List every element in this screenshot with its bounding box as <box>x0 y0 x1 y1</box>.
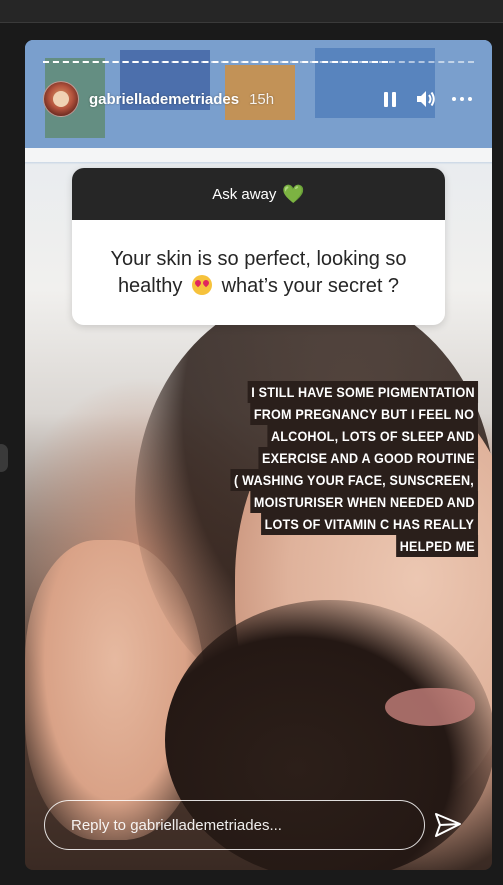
more-options-icon[interactable] <box>450 87 474 111</box>
time-ago: 15h <box>249 90 275 108</box>
caption-line: ( WASHING YOUR FACE, SUNSCREEN, <box>230 469 478 491</box>
top-bar <box>0 0 503 23</box>
story-viewer: gabriellademetriades 15h Ask away 💚 Your… <box>25 40 492 870</box>
question-text-part2: what’s your secret ? <box>221 274 400 297</box>
avatar[interactable] <box>43 81 79 117</box>
caption-line: ALCOHOL, LOTS OF SLEEP AND <box>267 425 478 447</box>
progress-fill <box>43 61 388 63</box>
reply-box[interactable] <box>44 800 425 850</box>
story-caption: I STILL HAVE SOME PIGMENTATION FROM PREG… <box>228 381 478 557</box>
story-header: gabriellademetriades 15h <box>43 80 474 118</box>
question-header-text: Ask away <box>212 185 277 203</box>
username[interactable]: gabriellademetriades <box>89 91 239 108</box>
green-heart-emoji: 💚 <box>282 184 305 204</box>
heart-eyes-emoji-icon <box>192 274 212 295</box>
question-body: Your skin is so perfect, looking so heal… <box>72 220 445 325</box>
caption-line: EXERCISE AND A GOOD ROUTINE <box>258 447 478 469</box>
question-header: Ask away 💚 <box>72 168 445 220</box>
caption-line: HELPED ME <box>395 535 478 557</box>
pause-icon[interactable] <box>378 87 402 111</box>
speaker-icon[interactable] <box>414 87 438 111</box>
reply-input[interactable] <box>69 815 424 835</box>
caption-line: MOISTURISER WHEN NEEDED AND <box>250 491 478 513</box>
lips-image-region <box>385 688 475 726</box>
story-progress-bar <box>43 61 474 63</box>
caption-line: LOTS OF VITAMIN C HAS REALLY <box>261 513 478 535</box>
story-controls <box>378 87 474 111</box>
caption-line: I STILL HAVE SOME PIGMENTATION <box>247 381 478 403</box>
previous-story-handle[interactable] <box>0 444 8 472</box>
caption-line: FROM PREGNANCY BUT I FEEL NO <box>250 403 478 425</box>
send-icon[interactable] <box>433 810 463 840</box>
question-sticker: Ask away 💚 Your skin is so perfect, look… <box>72 168 445 325</box>
